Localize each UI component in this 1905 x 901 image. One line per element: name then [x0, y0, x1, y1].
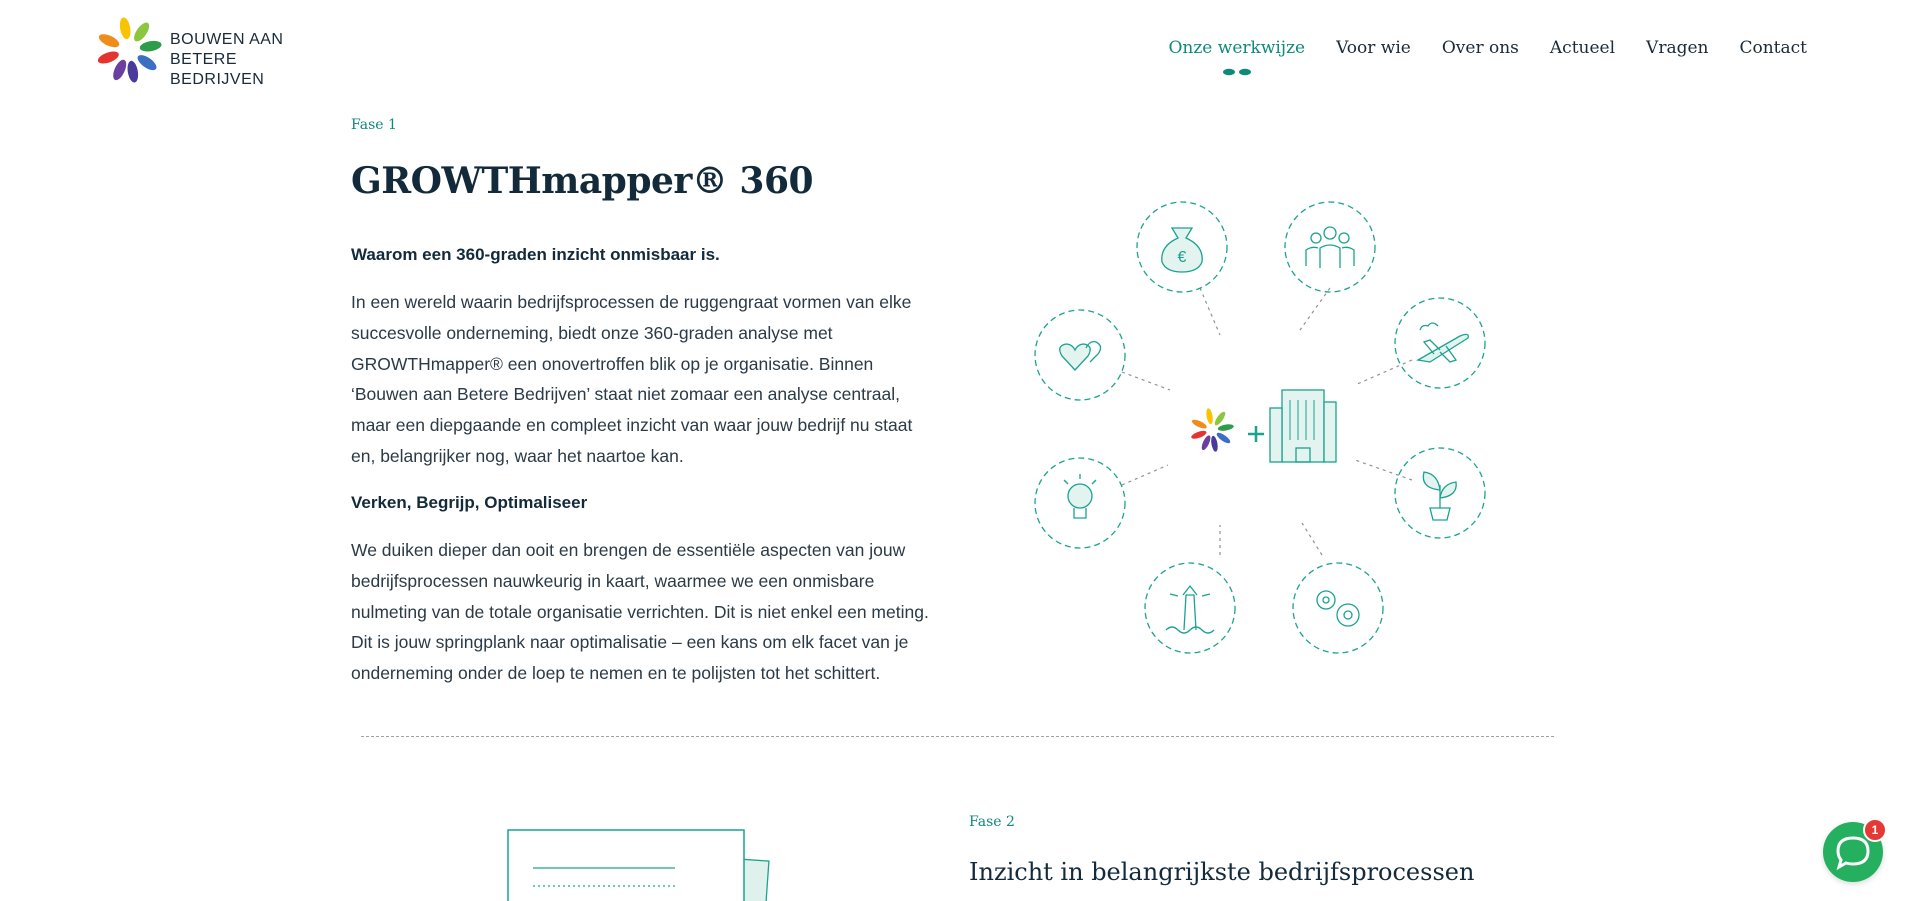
phase1-label: Fase 1	[351, 117, 397, 133]
svg-text:€: €	[1178, 249, 1187, 266]
chat-button[interactable]: 1	[1823, 818, 1887, 882]
plus-icon	[1248, 426, 1264, 442]
nav-item-onze-werkwijze[interactable]: Onze werkwijze	[1168, 38, 1306, 76]
money-bag-icon: €	[1136, 201, 1228, 293]
nav-item-contact[interactable]: Contact	[1739, 38, 1807, 58]
phase1-paragraph-1: In een wereld waarin bedrijfsprocessen d…	[351, 292, 913, 466]
nav-item-actueel[interactable]: Actueel	[1550, 38, 1615, 58]
nav-item-voor-wie[interactable]: Voor wie	[1336, 38, 1411, 58]
plant-icon	[1394, 447, 1486, 539]
main-nav: Onze werkwijze Voor wie Over ons Actueel…	[1168, 38, 1807, 76]
nav-item-over-ons[interactable]: Over ons	[1442, 38, 1519, 58]
growthmapper-illustration: €	[1034, 201, 1486, 654]
nav-label: Onze werkwijze	[1168, 38, 1306, 58]
brand-line-2: BETERE BEDRIJVEN	[170, 51, 265, 88]
flower-logo-icon	[1191, 408, 1234, 452]
nav-item-vragen[interactable]: Vragen	[1646, 38, 1708, 58]
phase1-subhead-2: Verken, Begrijp, Optimaliseer	[351, 493, 588, 512]
lighthouse-icon	[1144, 562, 1236, 654]
building-icon	[1269, 389, 1337, 463]
phase1-subhead-1: Waarom een 360-graden inzicht onmisbaar …	[351, 245, 720, 264]
team-icon	[1284, 201, 1376, 293]
phase2-label: Fase 2	[969, 814, 1015, 830]
section-divider	[361, 736, 1554, 737]
notification-badge: 1	[1863, 818, 1887, 842]
phase1-paragraph-2: We duiken dieper dan ooit en brengen de …	[351, 540, 929, 684]
lightbulb-icon	[1034, 457, 1126, 549]
document-illustration	[507, 829, 770, 901]
brand-line-1: BOUWEN AAN	[170, 31, 284, 48]
airplane-icon	[1394, 297, 1486, 389]
flower-logo-icon	[97, 17, 162, 83]
brand-name: BOUWEN AAN BETERE BEDRIJVEN	[170, 30, 335, 90]
center-logo-plus-building	[1191, 389, 1337, 463]
brand-logo[interactable]: BOUWEN AAN BETERE BEDRIJVEN	[95, 14, 335, 89]
hearts-icon	[1034, 309, 1126, 401]
gears-icon	[1292, 562, 1384, 654]
phase1-title: GROWTHmapper® 360	[351, 160, 814, 202]
phase2-title: Inzicht in belangrijkste bedrijfsprocess…	[969, 858, 1475, 886]
active-indicator-icon	[1222, 68, 1251, 76]
